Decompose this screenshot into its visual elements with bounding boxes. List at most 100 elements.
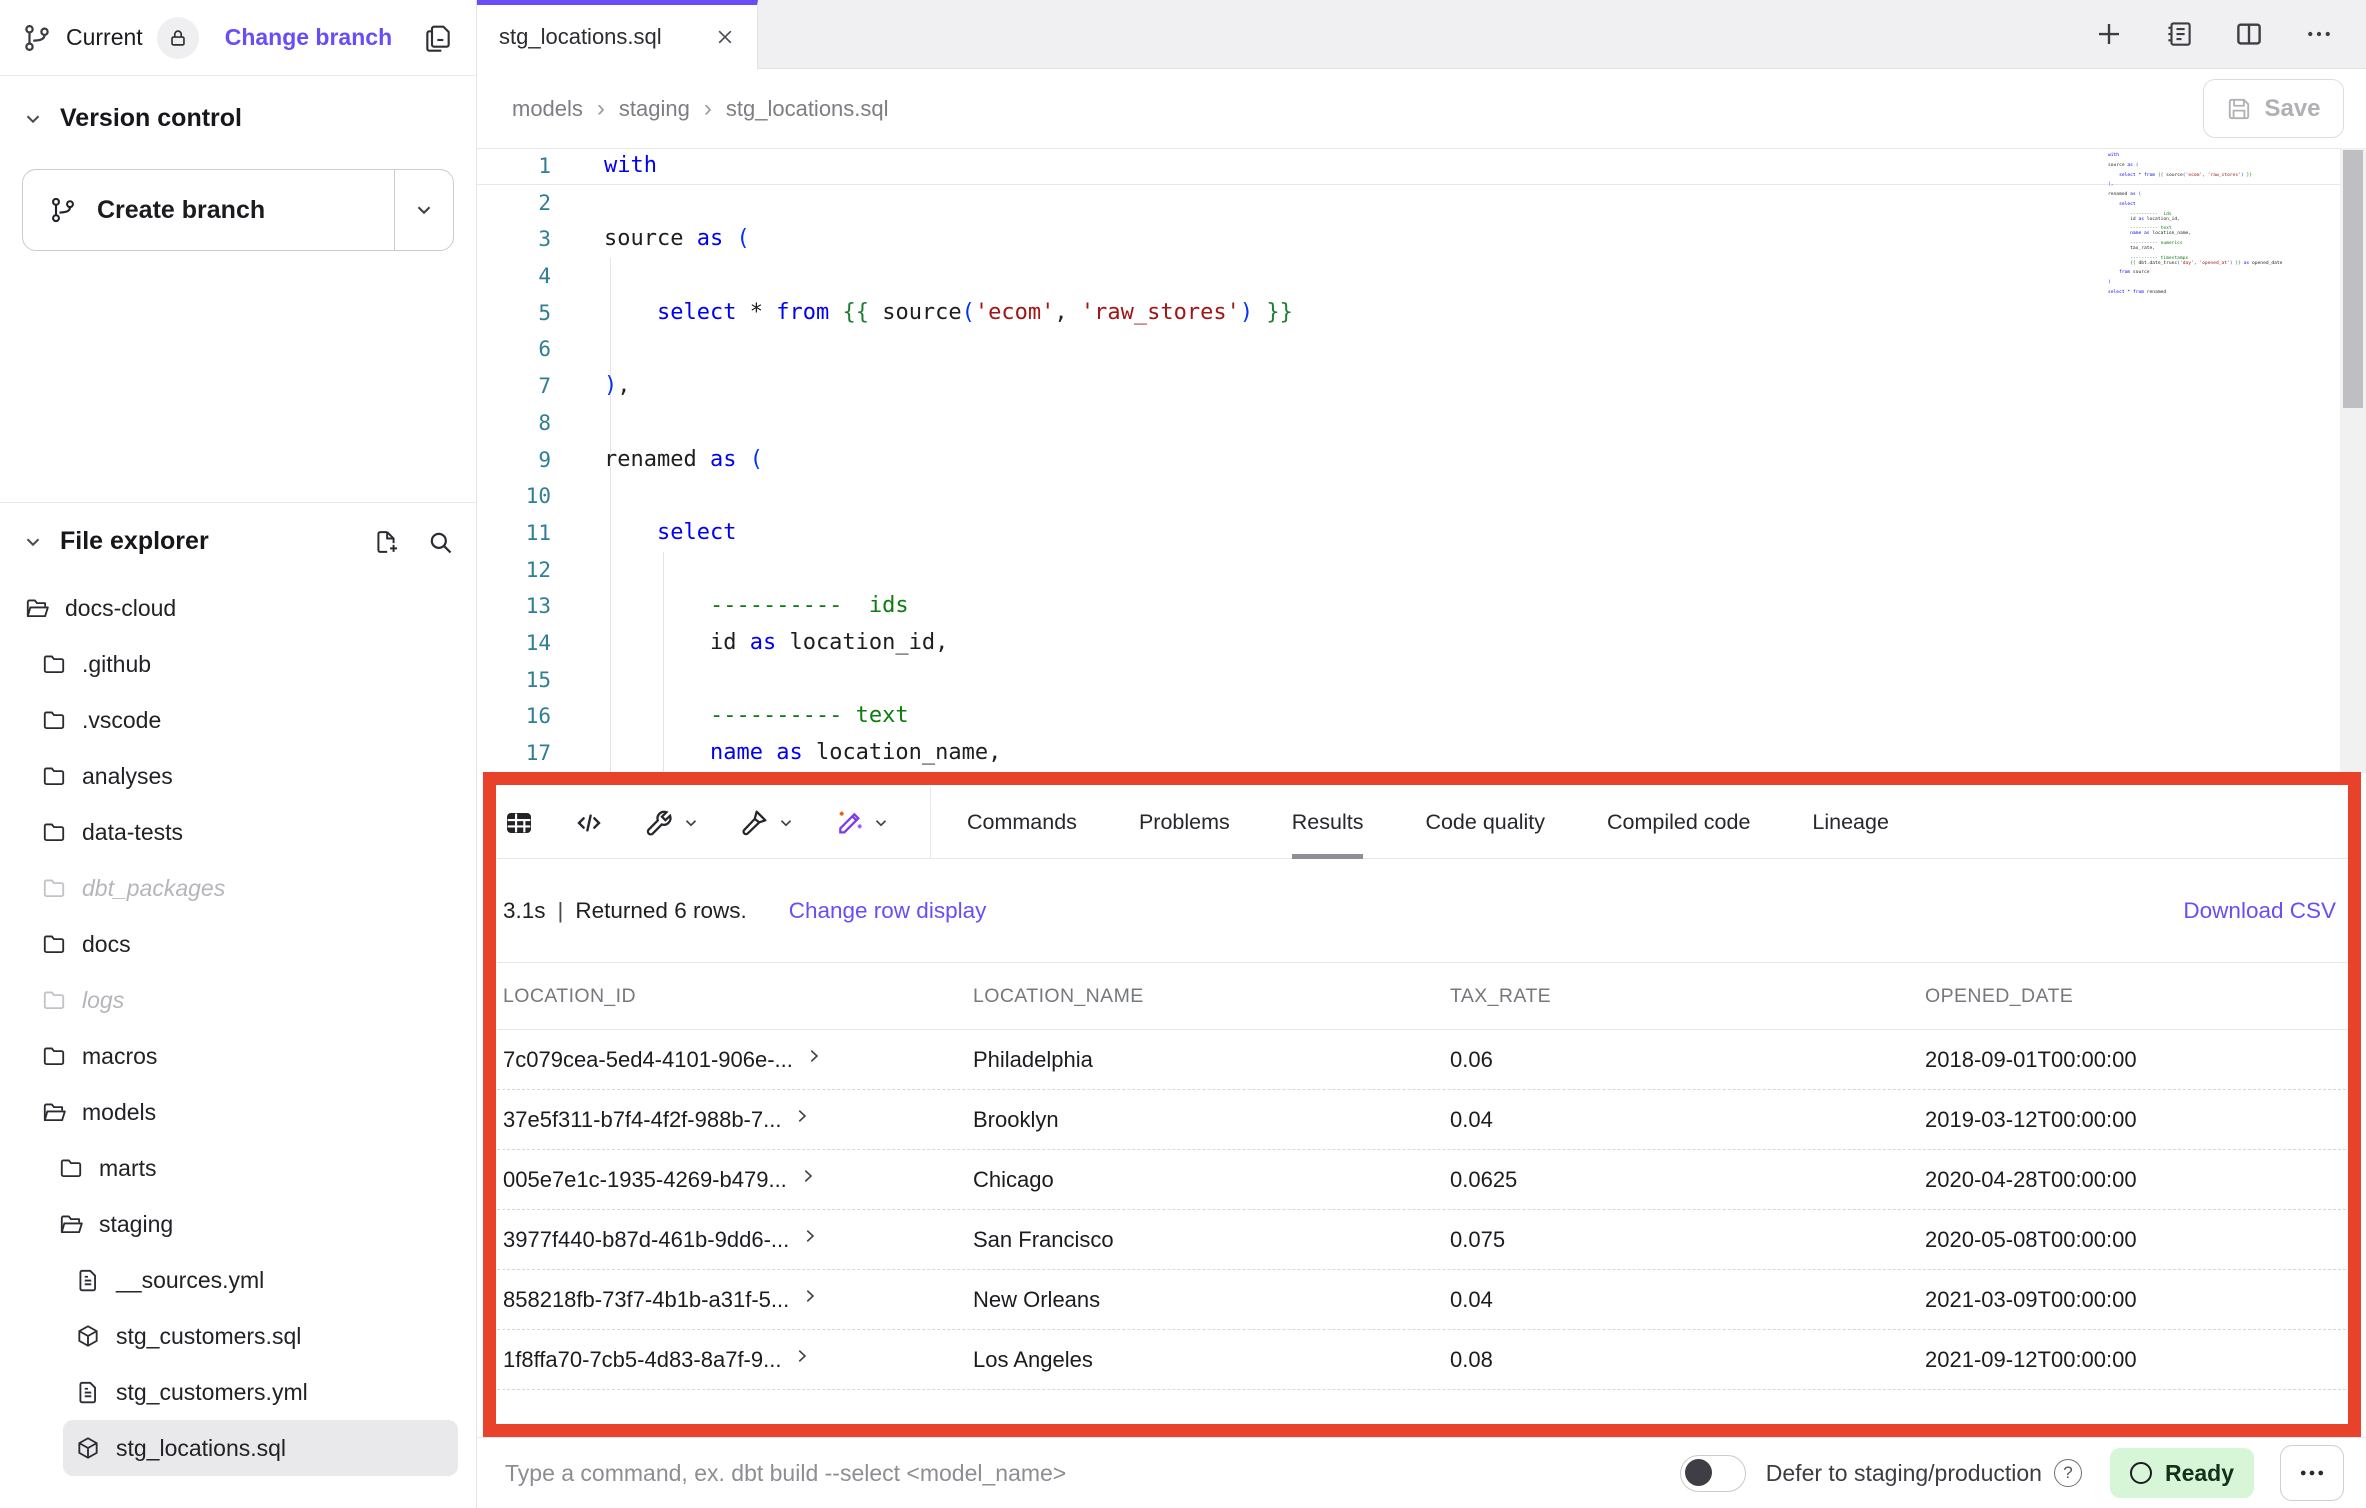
notebook-icon[interactable] (2164, 19, 2194, 49)
file-tree-item[interactable]: macros (0, 1028, 476, 1084)
expand-cell-chevron-icon[interactable] (793, 1355, 811, 1365)
build-tools-button[interactable] (643, 807, 700, 839)
expand-cell-chevron-icon[interactable] (799, 1175, 817, 1185)
file-explorer-header[interactable]: File explorer (0, 527, 476, 556)
code-view-button[interactable] (573, 807, 605, 839)
results-grid-view-button[interactable] (503, 807, 535, 839)
more-options-icon[interactable] (2304, 19, 2334, 49)
copilot-fix-button[interactable] (833, 807, 890, 839)
code-line: 15 (477, 662, 2366, 699)
editor-tab-stg-locations[interactable]: stg_locations.sql (477, 0, 758, 69)
breadcrumb-row: models›staging›stg_locations.sql Save (477, 69, 2366, 148)
file-tree-item[interactable]: docs (0, 916, 476, 972)
breadcrumb-separator: › (704, 95, 712, 122)
search-icon[interactable] (426, 528, 454, 556)
line-number: 2 (477, 185, 551, 222)
download-csv-link[interactable]: Download CSV (2183, 898, 2336, 924)
file-tree-item[interactable]: staging (0, 1196, 476, 1252)
table-cell: 2019-03-12T00:00:00 (1925, 1107, 2356, 1133)
change-branch-link[interactable]: Change branch (225, 24, 392, 51)
line-number: 12 (477, 552, 551, 589)
split-view-icon[interactable] (2234, 19, 2264, 49)
file-tree-item[interactable]: data-tests (0, 804, 476, 860)
file-tree-item[interactable]: stg_locations.sql (63, 1420, 458, 1476)
create-branch-button[interactable]: Create branch (23, 170, 395, 250)
code-line: 11 select (477, 515, 2366, 552)
expand-cell-chevron-icon[interactable] (793, 1115, 811, 1125)
defer-label: Defer to staging/production (1766, 1460, 2042, 1487)
panel-tab-commands[interactable]: Commands (967, 787, 1077, 858)
file-tree-item[interactable]: docs-cloud (0, 580, 476, 636)
panel-tab-code-quality[interactable]: Code quality (1425, 787, 1545, 858)
breadcrumb-separator: › (597, 95, 605, 122)
file-tree-item-label: macros (82, 1043, 157, 1070)
code-editor[interactable]: 1with23source as (45 select * from {{ so… (477, 148, 2366, 773)
line-number: 4 (477, 258, 551, 295)
code-line: select * from renamed (2108, 291, 2320, 296)
format-button[interactable] (738, 807, 795, 839)
line-number: 10 (477, 478, 551, 515)
create-branch-caret[interactable] (395, 170, 453, 250)
change-row-display-link[interactable]: Change row display (789, 898, 987, 924)
minimap[interactable]: withsource as ( select * from {{ source(… (2108, 154, 2320, 296)
file-tree-item[interactable]: stg_customers.sql (0, 1308, 476, 1364)
query-elapsed: 3.1s (503, 898, 546, 924)
table-cell: 0.08 (1450, 1347, 1925, 1373)
results-table: LOCATION_IDLOCATION_NAMETAX_RATEOPENED_D… (497, 962, 2356, 1390)
file-tree-item[interactable]: __sources.yml (0, 1252, 476, 1308)
file-tree-item[interactable]: .github (0, 636, 476, 692)
copy-icon[interactable] (422, 22, 454, 54)
table-cell: 7c079cea-5ed4-4101-906e-... (503, 1047, 973, 1073)
broom-icon (738, 807, 770, 839)
results-info-row: 3.1s | Returned 6 rows. Change row displ… (497, 859, 2356, 962)
code-line: 9renamed as ( (477, 442, 2366, 479)
file-tree-item[interactable]: logs (0, 972, 476, 1028)
panel-tab-results[interactable]: Results (1292, 787, 1364, 858)
file-tree-item[interactable]: analyses (0, 748, 476, 804)
close-icon[interactable] (715, 27, 735, 47)
line-number: 13 (477, 588, 551, 625)
table-row: 37e5f311-b7f4-4f2f-988b-7...Brooklyn0.04… (497, 1090, 2356, 1150)
save-button[interactable]: Save (2203, 79, 2344, 138)
panel-tabs: Commands Problems Results Code quality Compi… (967, 787, 1889, 858)
new-file-icon[interactable] (372, 528, 400, 556)
panel-tab-compiled-code[interactable]: Compiled code (1607, 787, 1750, 858)
ellipsis-icon (2297, 1458, 2327, 1488)
table-row: 858218fb-73f7-4b1b-a31f-5...New Orleans0… (497, 1270, 2356, 1330)
ready-status-badge[interactable]: Ready (2110, 1448, 2254, 1498)
model-cube-icon (75, 1323, 101, 1349)
defer-toggle[interactable] (1680, 1455, 1746, 1492)
line-number: 8 (477, 405, 551, 442)
line-number: 7 (477, 368, 551, 405)
file-tree-item-label: stg_customers.yml (116, 1379, 308, 1406)
chevron-down-icon (413, 199, 435, 221)
chevron-down-icon (682, 814, 700, 832)
expand-cell-chevron-icon[interactable] (801, 1295, 819, 1305)
info-divider: | (558, 898, 564, 924)
scrollbar-thumb[interactable] (2343, 150, 2363, 408)
help-icon[interactable]: ? (2054, 1459, 2082, 1487)
file-tree-item[interactable]: marts (0, 1140, 476, 1196)
folder-icon (41, 707, 67, 733)
file-tree-item[interactable]: .vscode (0, 692, 476, 748)
table-row: 1f8ffa70-7cb5-4d83-8a7f-9...Los Angeles0… (497, 1330, 2356, 1390)
save-label: Save (2264, 95, 2320, 123)
panel-tab-problems[interactable]: Problems (1139, 787, 1230, 858)
table-grid-icon (503, 807, 535, 839)
editor-scrollbar[interactable] (2340, 148, 2366, 773)
more-actions-button[interactable] (2280, 1445, 2344, 1501)
table-cell: 2020-05-08T00:00:00 (1925, 1227, 2356, 1253)
panel-tab-lineage[interactable]: Lineage (1812, 787, 1889, 858)
version-control-title: Version control (60, 104, 242, 133)
file-tree-item-label: .vscode (82, 707, 161, 734)
file-tree-item[interactable]: models (0, 1084, 476, 1140)
table-cell: 0.04 (1450, 1107, 1925, 1133)
expand-cell-chevron-icon[interactable] (801, 1235, 819, 1245)
file-tree-item[interactable]: dbt_packages (0, 860, 476, 916)
new-tab-plus-icon[interactable] (2094, 19, 2124, 49)
expand-cell-chevron-icon[interactable] (805, 1055, 823, 1065)
file-tree-item[interactable]: stg_customers.yml (0, 1364, 476, 1420)
command-input[interactable] (503, 1459, 1680, 1488)
version-control-header[interactable]: Version control (22, 104, 454, 133)
file-tree-item-label: logs (82, 987, 124, 1014)
